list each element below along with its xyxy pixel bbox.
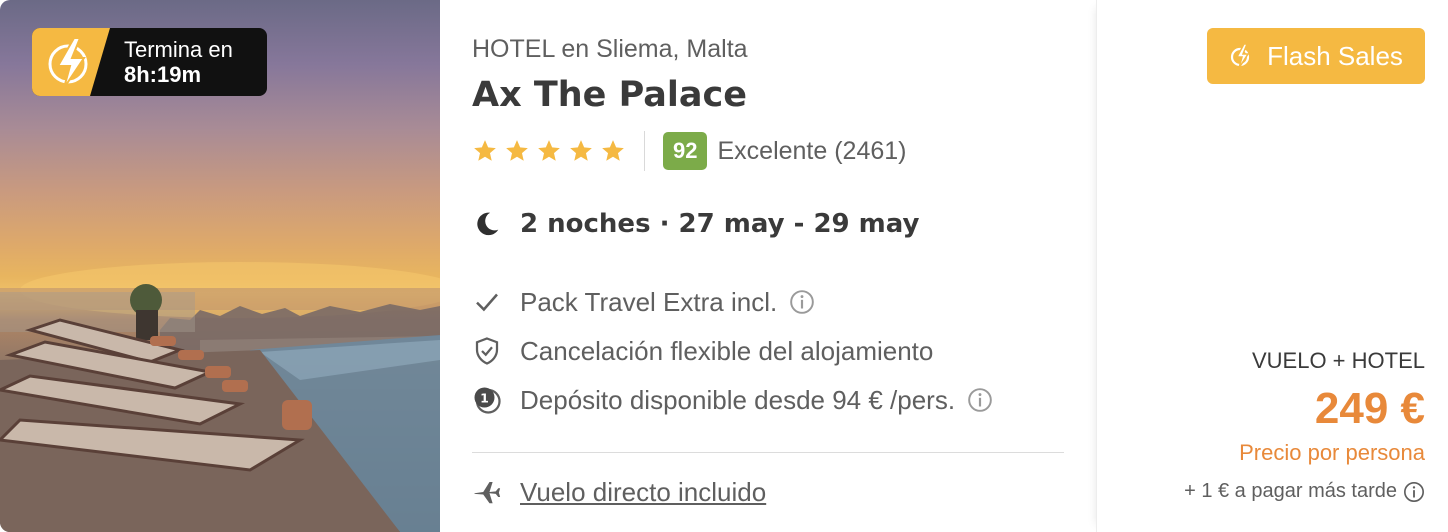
price-panel: Flash Sales VUELO + HOTEL 249 € Precio p… bbox=[1096, 0, 1448, 532]
extra-fee-text: + 1 € a pagar más tarde bbox=[1184, 480, 1397, 502]
price-note: Precio por persona bbox=[1239, 440, 1425, 465]
hotel-card[interactable]: Termina en 8h:19m HOTEL en Sliema, Malta… bbox=[0, 0, 1448, 532]
moon-icon bbox=[477, 212, 499, 236]
info-icon[interactable] bbox=[1403, 481, 1425, 503]
star-rating bbox=[472, 131, 645, 171]
feature-text: Pack Travel Extra incl. bbox=[520, 286, 778, 317]
review-score-text[interactable]: Excelente (2461) bbox=[717, 137, 906, 166]
check-icon bbox=[476, 293, 498, 312]
flight-info: Vuelo directo incluido bbox=[472, 470, 766, 514]
star-icon bbox=[538, 140, 560, 161]
star-icon bbox=[506, 140, 528, 161]
stay-dates: 2 noches · 27 may - 29 may bbox=[472, 204, 1072, 244]
hotel-category: HOTEL en Sliema, Malta bbox=[472, 35, 748, 63]
flash-sales-badge[interactable]: Flash Sales bbox=[1207, 28, 1425, 84]
hotel-info: HOTEL en Sliema, Malta Ax The Palace 92 … bbox=[472, 30, 1072, 427]
star-icon bbox=[474, 140, 496, 161]
direct-flight-link[interactable]: Vuelo directo incluido bbox=[520, 477, 766, 508]
rating-row: 92 Excelente (2461) bbox=[472, 130, 1072, 172]
info-icon[interactable] bbox=[789, 289, 815, 315]
feature-text: Depósito disponible desde 94 € /pers. bbox=[520, 384, 956, 415]
timer-value: 8h:19m bbox=[124, 62, 202, 87]
review-score-badge: 92 bbox=[663, 132, 708, 170]
feature-item: Pack Travel Extra incl. bbox=[472, 280, 1072, 324]
divider bbox=[472, 452, 1064, 453]
star-icon bbox=[570, 140, 592, 161]
star-icon bbox=[602, 140, 624, 161]
stay-dates-text: 2 noches · 27 may - 29 may bbox=[520, 209, 920, 239]
feature-item: 1 Depósito disponible desde 94 € /pers. bbox=[472, 378, 1072, 422]
flash-sales-label: Flash Sales bbox=[1267, 40, 1403, 71]
hotel-name[interactable]: Ax The Palace bbox=[472, 74, 1072, 116]
flash-bolt-icon bbox=[32, 28, 120, 96]
svg-text:1: 1 bbox=[480, 391, 489, 406]
timer-label: Termina en bbox=[124, 37, 233, 62]
feature-item: Cancelación flexible del alojamiento bbox=[472, 329, 1072, 373]
info-icon[interactable] bbox=[967, 387, 993, 413]
extra-fee: + 1 € a pagar más tarde bbox=[1184, 480, 1425, 503]
hotel-image[interactable]: Termina en 8h:19m bbox=[0, 0, 440, 532]
deposit-icon: 1 bbox=[474, 387, 501, 414]
feature-list: Pack Travel Extra incl. Cancelación flex… bbox=[472, 280, 1072, 422]
package-type: VUELO + HOTEL bbox=[1251, 348, 1425, 373]
flash-icon bbox=[1230, 43, 1250, 69]
airplane-icon bbox=[474, 482, 501, 504]
feature-text: Cancelación flexible del alojamiento bbox=[520, 335, 934, 366]
shield-check-icon bbox=[475, 337, 499, 365]
price-amount: 249 € bbox=[1314, 384, 1425, 433]
flash-timer-badge: Termina en 8h:19m bbox=[32, 28, 267, 96]
